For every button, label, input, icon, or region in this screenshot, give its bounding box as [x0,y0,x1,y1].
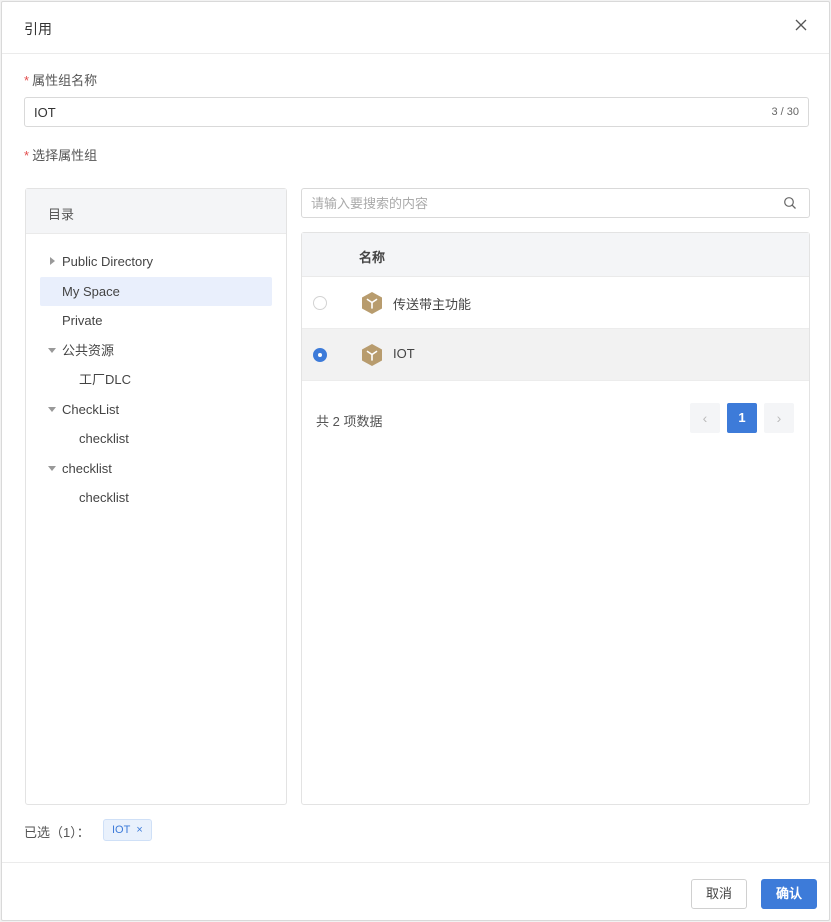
tree-header: 目录 [26,189,286,234]
cube-icon [362,344,382,366]
name-label: * 属性组名称 [24,70,97,89]
group-name-field[interactable]: 3 / 30 [24,97,809,127]
tree-node-public-directory[interactable]: Public Directory [40,247,272,276]
cube-icon [362,292,382,314]
tree-node-checklist-child[interactable]: checklist [40,424,272,453]
confirm-button[interactable]: 确认 [761,879,817,909]
group-select-label-text: 选择属性组 [32,148,98,163]
directory-tree: 目录 Public Directory My Space Private 公共资… [25,188,287,805]
required-mark: * [24,73,30,88]
tree-node-label: My Space [62,284,120,299]
row-radio[interactable] [313,296,327,310]
tree-node-label: 工厂DLC [79,372,132,387]
tree-node-checklist-child-2[interactable]: checklist [40,483,272,512]
attribute-group-table: 名称 传送带主功能 IOT 共 2 项数据 ‹ 1 › [301,232,810,805]
close-icon[interactable] [793,17,809,33]
search-box[interactable] [301,188,810,218]
caret-right-icon[interactable] [50,257,55,265]
tree-node-factory-dlc[interactable]: 工厂DLC [40,365,272,394]
row-name: 传送带主功能 [393,297,472,312]
table-header: 名称 [302,233,809,277]
selected-tag: IOT × [103,819,152,841]
next-page-button[interactable]: › [764,403,794,433]
total-count: 共 2 项数据 [316,414,383,429]
cancel-button[interactable]: 取消 [691,879,747,909]
tree-node-label: Private [62,313,103,328]
search-icon[interactable] [783,196,797,210]
search-input[interactable] [311,189,771,217]
tree-node-checklist-parent-2[interactable]: checklist [40,454,272,483]
selected-tag-label: IOT [112,824,131,836]
required-mark: * [24,148,30,163]
table-row[interactable]: IOT [302,329,809,381]
tree-node-private[interactable]: Private [40,306,272,335]
caret-down-icon[interactable] [48,348,56,353]
tree-node-my-space[interactable]: My Space [40,277,272,306]
column-name-header: 名称 [359,250,386,265]
caret-down-icon[interactable] [48,407,56,412]
page-1-button[interactable]: 1 [727,403,757,433]
tree-node-public-resources[interactable]: 公共资源 [40,336,272,365]
selected-label: 已选（1）： [24,825,90,840]
row-radio[interactable] [313,348,327,362]
group-select-label: * 选择属性组 [24,145,97,164]
tree-node-label: checklist [79,431,129,446]
tree-node-label: checklist [79,490,129,505]
row-name: IOT [393,346,415,361]
prev-page-button[interactable]: ‹ [690,403,720,433]
name-label-text: 属性组名称 [32,73,98,88]
tree-node-checklist-parent[interactable]: CheckList [40,395,272,424]
table-row[interactable]: 传送带主功能 [302,277,809,329]
caret-down-icon[interactable] [48,466,56,471]
tree-node-label: CheckList [62,402,120,417]
tree-node-label: 公共资源 [62,343,115,358]
group-name-input[interactable] [34,98,734,126]
dialog-header: 引用 [2,2,829,54]
dialog-footer: 取消 确认 [2,862,829,922]
tree-node-label: Public Directory [62,254,154,269]
reference-dialog: 引用 *属性组名称 3 / 30 *选择属性组 目录 Public Direct… [1,1,830,921]
tree-header-label: 目录 [48,207,75,222]
remove-tag-icon[interactable]: × [136,824,142,836]
char-count: 3 / 30 [771,106,799,118]
dialog-title: 引用 [24,21,52,37]
tree-node-label: checklist [62,461,112,476]
